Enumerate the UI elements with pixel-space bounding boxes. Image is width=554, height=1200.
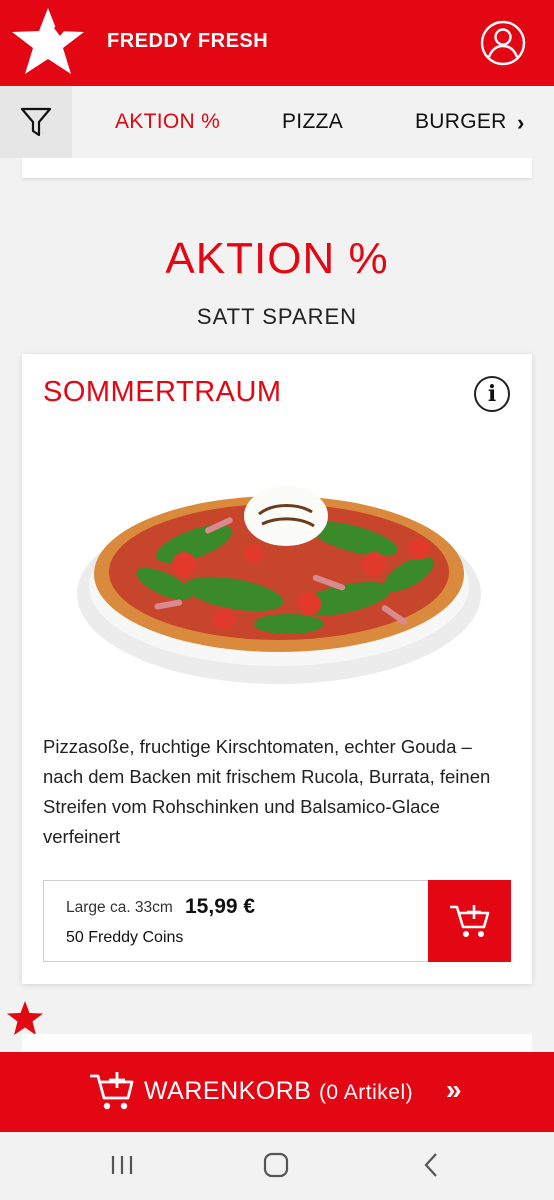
cart-icon: [90, 1072, 134, 1110]
system-nav-bar: [0, 1132, 554, 1200]
app-header: FREDDY FRESH: [0, 0, 554, 86]
section-title: AKTION %: [165, 234, 389, 283]
product-card[interactable]: SOMMERTRAUM i Pizzasoße, fruchtige Kirsc…: [22, 354, 532, 984]
price-label: 15,99 €: [185, 895, 256, 918]
brand-name: FREDDY FRESH: [107, 30, 269, 52]
double-chevron-icon: »: [446, 1074, 462, 1105]
star-logo-icon[interactable]: [10, 6, 86, 76]
back-icon[interactable]: [414, 1150, 448, 1180]
filter-button[interactable]: [0, 86, 72, 158]
category-bar: AKTION % PIZZA BURGER ›: [0, 86, 554, 158]
info-icon[interactable]: i: [474, 376, 510, 412]
tab-burger[interactable]: BURGER: [415, 110, 507, 134]
price-option: Large ca. 33cm 15,99 € 50 Freddy Coins: [43, 880, 511, 962]
recent-apps-icon[interactable]: [105, 1150, 139, 1180]
tab-aktion[interactable]: AKTION %: [115, 110, 220, 134]
filter-icon: [20, 107, 52, 137]
cart-label: WARENKORB (0 Artikel): [144, 1077, 414, 1105]
tab-pizza[interactable]: PIZZA: [282, 110, 343, 134]
product-description: Pizzasoße, fruchtige Kirschtomaten, echt…: [43, 736, 491, 847]
home-icon[interactable]: [259, 1150, 293, 1180]
previous-card-edge: [22, 158, 532, 178]
cart-plus-icon: [449, 905, 489, 937]
star-icon: [7, 1001, 43, 1035]
cart-bar[interactable]: WARENKORB (0 Artikel) »: [0, 1052, 554, 1132]
size-label: Large ca. 33cm: [66, 899, 173, 916]
add-to-cart-button[interactable]: [428, 880, 511, 962]
product-name: SOMMERTRAUM: [43, 376, 282, 408]
pizza-image: [77, 486, 481, 684]
coins-label: 50 Freddy Coins: [66, 929, 184, 946]
user-icon[interactable]: [480, 20, 526, 66]
cart-count: (0 Artikel): [318, 1081, 414, 1104]
chevron-right-icon[interactable]: ›: [517, 110, 524, 136]
section-subtitle: SATT SPAREN: [196, 304, 358, 329]
